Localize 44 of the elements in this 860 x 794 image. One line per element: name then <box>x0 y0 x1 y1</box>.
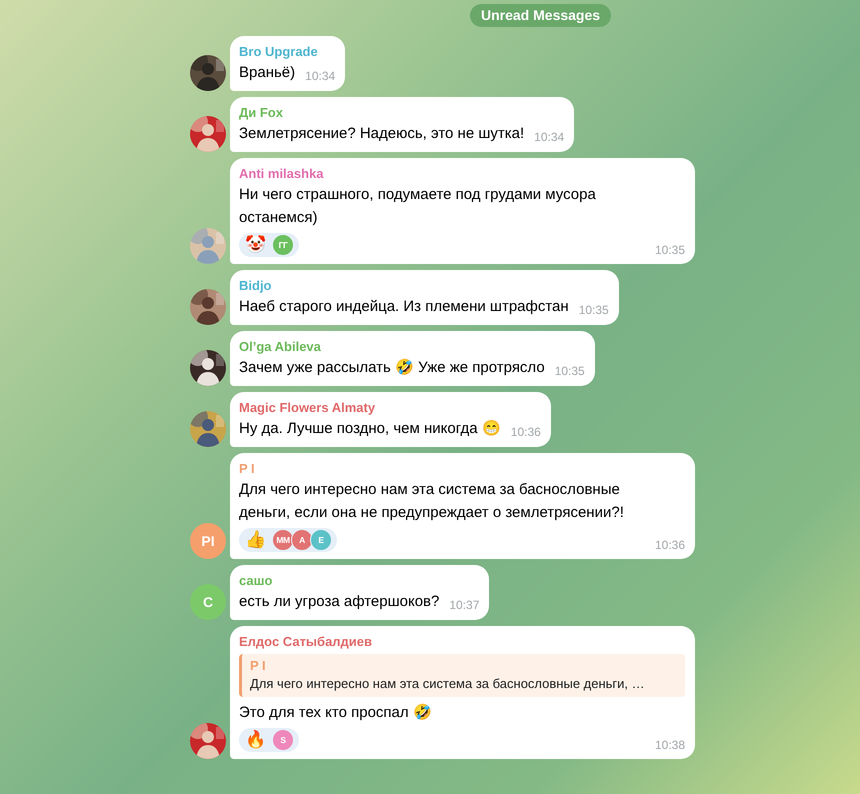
message-text: Ни чего страшного, подумаете под грудами мусора останемся) <box>239 185 597 228</box>
sender-name: Ди Fox <box>239 104 284 122</box>
reaction-chip[interactable]: 🔥 S <box>239 728 299 752</box>
message-text: Враньё) <box>239 63 296 83</box>
sender-name: Anti milashka <box>239 165 325 183</box>
sender-name: Bro Upgrade <box>239 43 319 61</box>
reactor-avatar: ММ <box>272 529 294 551</box>
message-text: Зачем уже рассылать 🤣 Уже же протрясло <box>239 358 545 378</box>
message-text: Для чего интересно нам эта система за баснословные деньги, если она не предупреждает о землетрясении?! <box>239 480 625 523</box>
reply-sender: P I <box>250 657 267 675</box>
reactor-avatar: S <box>272 729 294 751</box>
sender-name: Ol’ga Abileva <box>239 338 322 356</box>
sender-name: P I <box>239 460 256 478</box>
sender-name: Bidjo <box>239 277 272 295</box>
message-time: 10:34 <box>534 130 564 144</box>
reaction-chip[interactable]: 🤡 ГГ <box>239 233 299 257</box>
message-time: 10:35 <box>578 303 609 317</box>
message-time: 10:36 <box>510 425 541 439</box>
reactor-avatar: ГГ <box>272 234 294 256</box>
unread-divider: Unread Messages <box>470 4 612 27</box>
avatar: PI <box>190 523 226 559</box>
message-text: Землетрясение? Надеюсь, это не шутка! <box>239 124 524 144</box>
reactor-avatar: Е <box>310 529 332 551</box>
message-text: есть ли угроза афтершоков? <box>239 592 440 612</box>
sender-name: Елдос Сатыбалдиев <box>239 633 374 651</box>
reaction-emoji: 👍 <box>245 529 266 551</box>
reactor-avatar: А <box>291 529 313 551</box>
message-time: 10:38 <box>654 738 685 752</box>
reply-text: Для чего интересно нам эта система за баснословные деньги, … <box>250 675 646 693</box>
message-time: 10:35 <box>554 364 585 378</box>
reply-quote[interactable]: P I Для чего интересно нам эта система за баснословные деньги, … <box>239 654 685 697</box>
sender-name: сашо <box>239 572 274 590</box>
sender-name: Magic Flowers Almaty <box>239 399 376 417</box>
message-time: 10:37 <box>449 598 480 612</box>
message-time: 10:36 <box>654 538 685 552</box>
message-text: Наеб старого индейца. Из племени штрафстан <box>239 297 569 317</box>
avatar: C <box>190 584 226 620</box>
message-time: 10:35 <box>654 243 685 257</box>
reaction-emoji: 🤡 <box>245 234 266 256</box>
message-time: 10:34 <box>305 69 336 83</box>
message-text: Это для тех кто проспал 🤣 <box>239 702 433 723</box>
reaction-emoji: 🔥 <box>245 729 266 751</box>
reaction-chip[interactable]: 👍 ММ А Е <box>239 528 337 552</box>
message-text: Ну да. Лучше поздно, чем никогда 😁 <box>239 419 501 439</box>
